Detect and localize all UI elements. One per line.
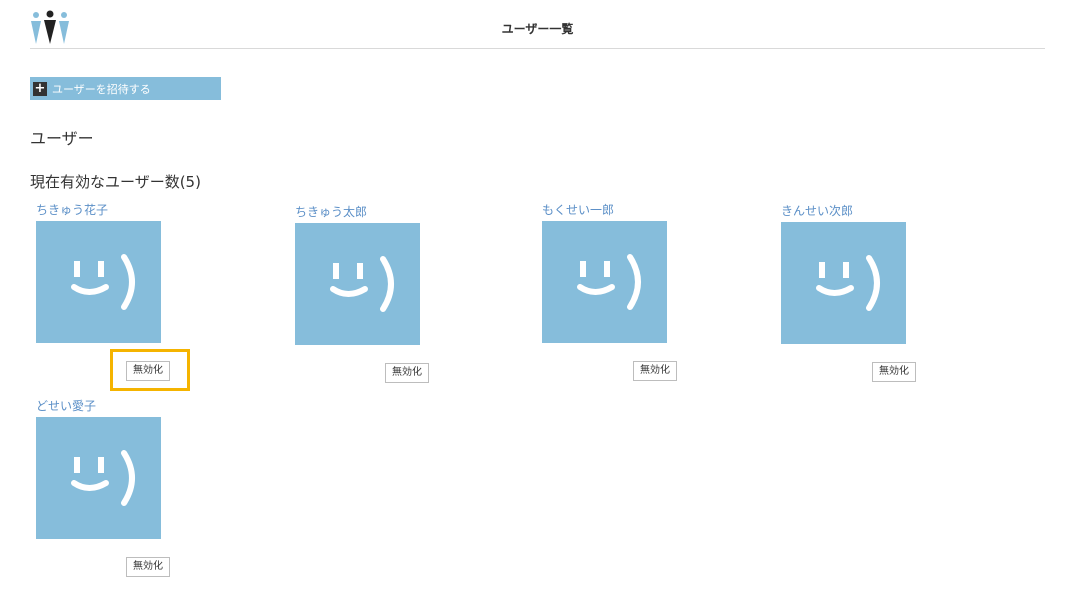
disable-button[interactable]: 無効化 bbox=[633, 361, 677, 381]
user-name-link[interactable]: ちきゅう太郎 bbox=[295, 203, 367, 220]
section-title: ユーザー bbox=[30, 129, 94, 148]
avatar bbox=[36, 221, 161, 343]
avatar bbox=[36, 417, 161, 539]
user-name-link[interactable]: きんせい次郎 bbox=[781, 202, 853, 219]
highlight-box bbox=[110, 349, 190, 391]
invite-user-button[interactable]: + ユーザーを招待する bbox=[30, 77, 221, 100]
user-name-link[interactable]: ちきゅう花子 bbox=[36, 201, 108, 218]
avatar bbox=[542, 221, 667, 343]
disable-button[interactable]: 無効化 bbox=[872, 362, 916, 382]
page-header: ユーザー一覧 bbox=[30, 8, 1045, 49]
smiley-avatar-icon bbox=[71, 450, 135, 506]
smiley-avatar-icon bbox=[577, 254, 641, 310]
smiley-avatar-icon bbox=[330, 256, 394, 312]
disable-button[interactable]: 無効化 bbox=[126, 557, 170, 577]
avatar bbox=[781, 222, 906, 344]
user-card: どせい愛子 無効化 bbox=[36, 397, 236, 587]
disable-button[interactable]: 無効化 bbox=[385, 363, 429, 383]
smiley-avatar-icon bbox=[71, 254, 135, 310]
user-list-page: ユーザー一覧 + ユーザーを招待する ユーザー 現在有効なユーザー数(5) ちき… bbox=[0, 0, 1066, 590]
active-user-count: 現在有効なユーザー数(5) bbox=[30, 173, 201, 191]
user-name-link[interactable]: どせい愛子 bbox=[36, 397, 96, 414]
page-title: ユーザー一覧 bbox=[501, 22, 574, 36]
user-card: きんせい次郎 無効化 bbox=[781, 202, 981, 392]
user-card: ちきゅう太郎 無効化 bbox=[295, 203, 495, 393]
user-card: もくせい一郎 無効化 bbox=[542, 201, 742, 391]
invite-user-label: ユーザーを招待する bbox=[52, 82, 151, 96]
smiley-avatar-icon bbox=[816, 255, 880, 311]
avatar bbox=[295, 223, 420, 345]
user-name-link[interactable]: もくせい一郎 bbox=[542, 201, 614, 218]
plus-icon: + bbox=[33, 80, 47, 96]
